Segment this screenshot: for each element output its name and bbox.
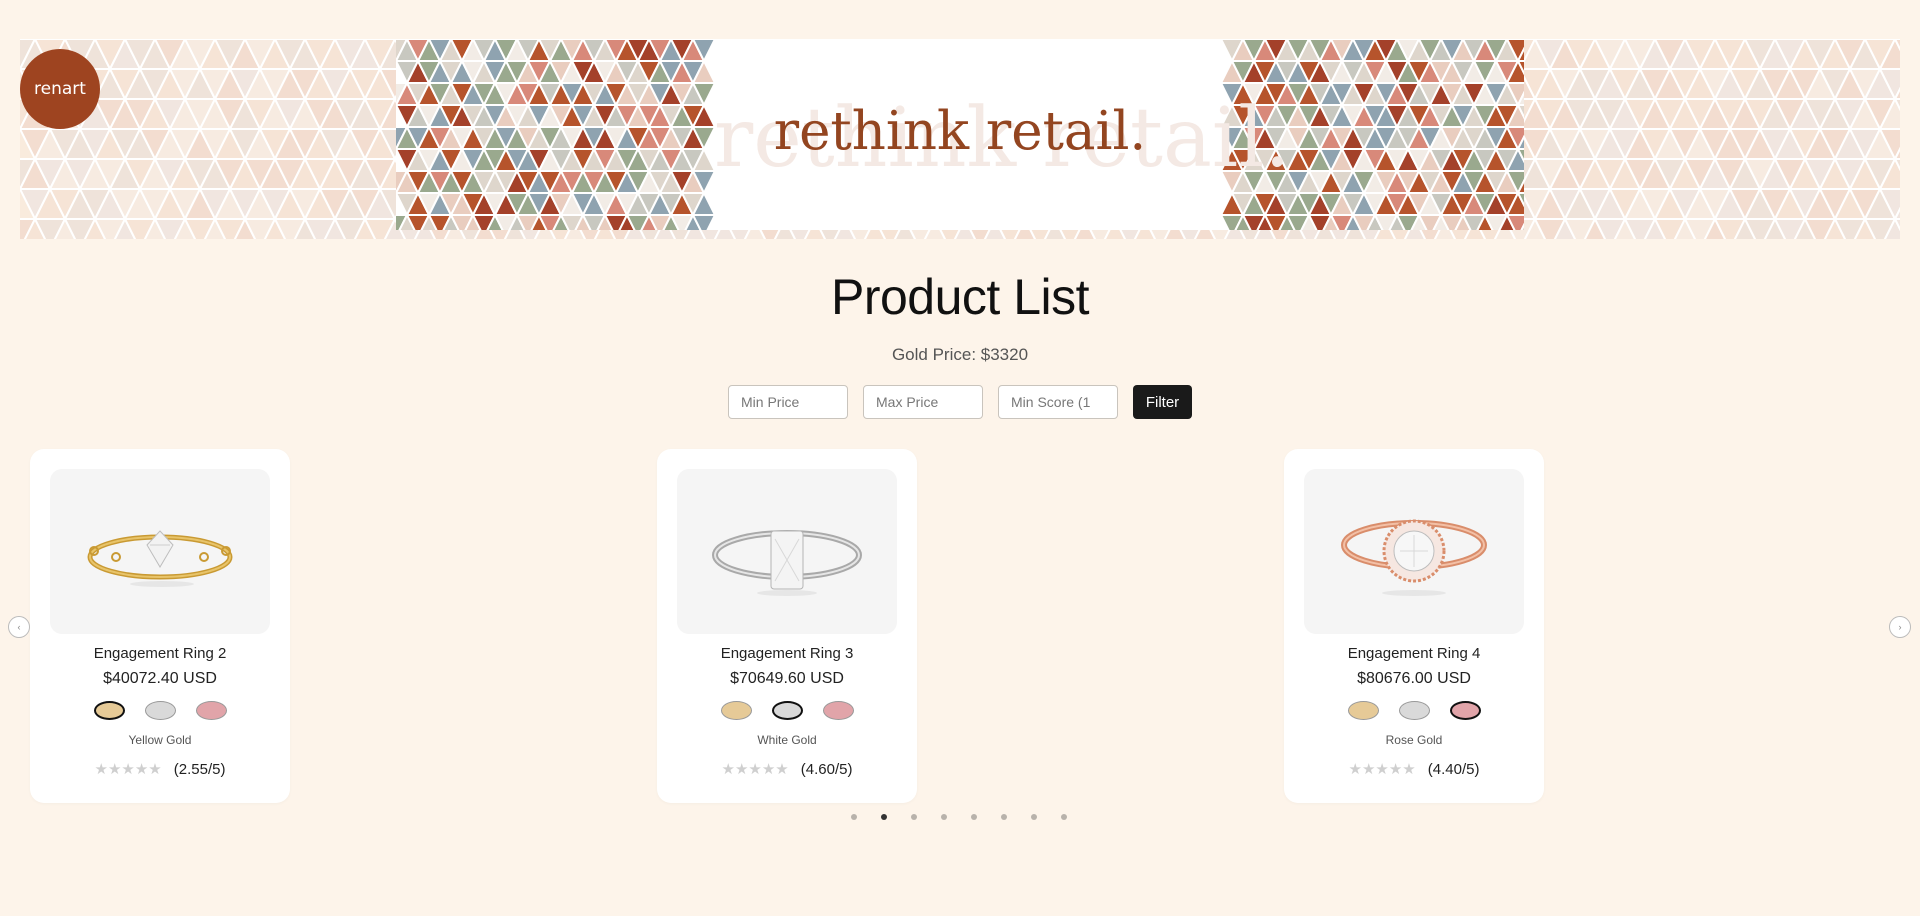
product-price: $80676.00 USD	[1357, 670, 1471, 687]
product-card[interactable]: Engagement Ring 3 $70649.60 USD White Go…	[657, 449, 917, 803]
hero-banner: rethink retail. rethink retail.	[396, 39, 1524, 230]
chevron-left-icon: ‹	[17, 622, 21, 632]
white-gold-ring-image	[712, 530, 862, 596]
star-rating-icons: ★★★★★	[1348, 760, 1416, 778]
carousel-pagination	[851, 814, 1067, 820]
carousel-dot[interactable]	[941, 814, 947, 820]
yellow-gold-swatch[interactable]	[1347, 701, 1379, 720]
yellow-gold-swatch[interactable]	[720, 701, 752, 720]
page-title: Product List	[830, 269, 1090, 325]
rose-gold-ring-image	[1341, 519, 1487, 596]
product-card[interactable]: Engagement Ring 2 $40072.40 USD Yellow G…	[30, 449, 290, 803]
carousel-prev-button[interactable]: ‹	[8, 616, 30, 638]
min-score-input[interactable]	[998, 385, 1118, 419]
product-name[interactable]: Engagement Ring 2	[30, 645, 290, 662]
rating-score: (4.40/5)	[1427, 760, 1480, 778]
yellow-gold-ring-image	[87, 530, 233, 587]
product-price: $70649.60 USD	[730, 670, 844, 687]
banner-tagline: rethink retail.	[773, 101, 1147, 162]
carousel-dot[interactable]	[971, 814, 977, 820]
product-rating: ★★★★★ (4.60/5)	[657, 760, 917, 778]
product-rating: ★★★★★ (2.55/5)	[30, 760, 290, 778]
min-price-input[interactable]	[728, 385, 848, 419]
selected-metal-label: Rose Gold	[1385, 733, 1443, 747]
yellow-gold-swatch[interactable]	[93, 701, 125, 720]
carousel-next-button[interactable]: ›	[1889, 616, 1911, 638]
rose-gold-swatch[interactable]	[822, 701, 854, 720]
metal-swatches	[30, 701, 290, 720]
product-name[interactable]: Engagement Ring 3	[657, 645, 917, 662]
product-list-page: renart rethink retail. rethink retail. P…	[0, 0, 1920, 916]
rose-gold-swatch[interactable]	[1449, 701, 1481, 720]
filter-button[interactable]: Filter	[1133, 385, 1192, 419]
carousel-dot[interactable]	[1031, 814, 1037, 820]
product-name[interactable]: Engagement Ring 4	[1284, 645, 1544, 662]
carousel-dot[interactable]	[881, 814, 887, 820]
selected-metal-label: Yellow Gold	[128, 733, 192, 747]
logo-text: renart	[34, 79, 86, 99]
max-price-input[interactable]	[863, 385, 983, 419]
rating-score: (2.55/5)	[173, 760, 226, 778]
white-gold-swatch[interactable]	[1398, 701, 1430, 720]
product-card[interactable]: Engagement Ring 4 $80676.00 USD Rose Gol…	[1284, 449, 1544, 803]
carousel-dot[interactable]	[911, 814, 917, 820]
carousel-dot[interactable]	[851, 814, 857, 820]
metal-swatches	[1284, 701, 1544, 720]
metal-swatches	[657, 701, 917, 720]
carousel-dot[interactable]	[1061, 814, 1067, 820]
filter-bar: Filter	[728, 385, 1192, 419]
product-image[interactable]	[677, 469, 897, 634]
gold-price: Gold Price: $3320	[891, 345, 1029, 364]
rose-gold-swatch[interactable]	[195, 701, 227, 720]
star-rating-icons: ★★★★★	[721, 760, 789, 778]
chevron-right-icon: ›	[1898, 622, 1902, 632]
product-image[interactable]	[50, 469, 270, 634]
selected-metal-label: White Gold	[757, 733, 817, 747]
carousel-dot[interactable]	[1001, 814, 1007, 820]
renart-logo[interactable]: renart	[20, 49, 100, 129]
star-rating-icons: ★★★★★	[94, 760, 162, 778]
product-price: $40072.40 USD	[103, 670, 217, 687]
product-image[interactable]	[1304, 469, 1524, 634]
banner-center-panel: rethink retail. rethink retail.	[714, 39, 1290, 230]
white-gold-swatch[interactable]	[771, 701, 803, 720]
white-gold-swatch[interactable]	[144, 701, 176, 720]
product-rating: ★★★★★ (4.40/5)	[1284, 760, 1544, 778]
rating-score: (4.60/5)	[800, 760, 853, 778]
